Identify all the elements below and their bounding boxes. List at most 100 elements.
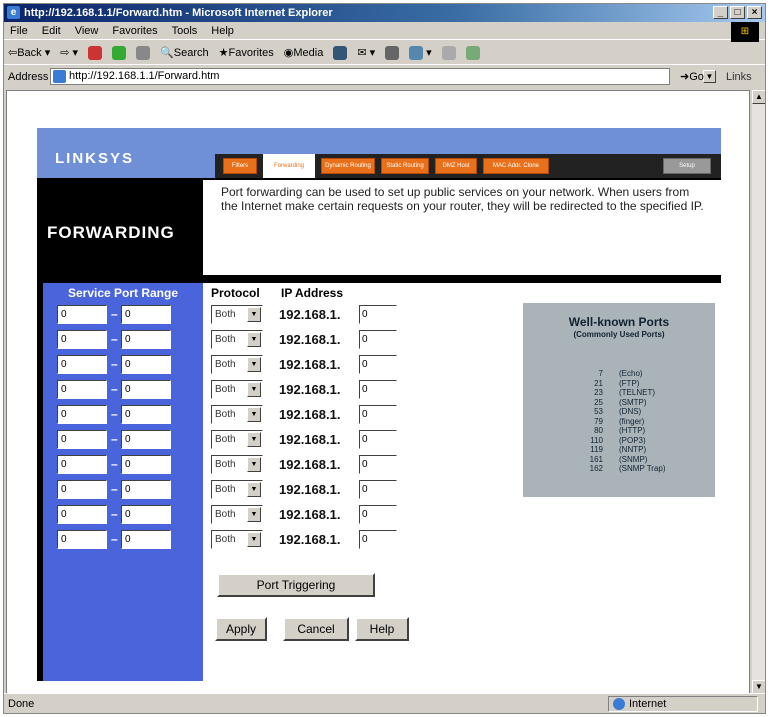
mail-icon[interactable]: ✉ ▾: [357, 41, 375, 64]
ip-last-octet-input[interactable]: 0: [359, 305, 397, 324]
port-end-input[interactable]: 0: [121, 505, 171, 524]
port-end-input[interactable]: 0: [121, 330, 171, 349]
menu-edit[interactable]: Edit: [42, 22, 61, 39]
chevron-down-icon[interactable]: ▼: [247, 307, 261, 322]
refresh-icon[interactable]: [112, 41, 127, 64]
tab-forwarding[interactable]: Forwarding: [263, 154, 315, 178]
chevron-down-icon[interactable]: ▼: [247, 382, 261, 397]
port-start-input[interactable]: 0: [57, 480, 107, 499]
minimize-button[interactable]: _: [713, 6, 728, 19]
browser-window: e http://192.168.1.1/Forward.htm - Micro…: [3, 3, 766, 714]
port-end-input[interactable]: 0: [121, 480, 171, 499]
port-start-input[interactable]: 0: [57, 405, 107, 424]
address-dropdown[interactable]: ▼: [703, 70, 716, 83]
protocol-header: Protocol: [211, 286, 260, 300]
links-button[interactable]: Links: [726, 66, 752, 88]
port-end-input[interactable]: 0: [121, 405, 171, 424]
protocol-select[interactable]: Both ▼: [211, 355, 263, 374]
port-start-input[interactable]: 0: [57, 430, 107, 449]
tab-mac-clone[interactable]: MAC Addr. Clone: [483, 158, 549, 174]
history-icon[interactable]: [333, 41, 348, 64]
protocol-select[interactable]: Both ▼: [211, 505, 263, 524]
address-input[interactable]: http://192.168.1.1/Forward.htm ▼: [50, 68, 716, 85]
ip-last-octet-input[interactable]: 0: [359, 330, 397, 349]
home-icon[interactable]: [136, 41, 151, 64]
chevron-down-icon[interactable]: ▼: [247, 507, 261, 522]
port-start-input[interactable]: 0: [57, 355, 107, 374]
scroll-down-icon[interactable]: ▼: [752, 680, 765, 694]
protocol-select[interactable]: Both ▼: [211, 305, 263, 324]
chevron-down-icon[interactable]: ▼: [247, 407, 261, 422]
vertical-scrollbar[interactable]: ▲ ▼: [752, 90, 765, 694]
stop-icon[interactable]: [88, 41, 103, 64]
port-end-input[interactable]: 0: [121, 455, 171, 474]
scroll-up-icon[interactable]: ▲: [752, 90, 765, 104]
page-icon: [53, 70, 66, 83]
chevron-down-icon[interactable]: ▼: [247, 532, 261, 547]
messenger-icon[interactable]: [465, 41, 480, 64]
port-end-input[interactable]: 0: [121, 380, 171, 399]
protocol-select[interactable]: Both ▼: [211, 405, 263, 424]
port-end-input[interactable]: 0: [121, 305, 171, 324]
chevron-down-icon[interactable]: ▼: [247, 357, 261, 372]
port-number: 23: [594, 388, 603, 397]
protocol-select[interactable]: Both ▼: [211, 330, 263, 349]
ip-prefix: 192.168.1.: [279, 332, 341, 347]
port-end-input[interactable]: 0: [121, 430, 171, 449]
protocol-select[interactable]: Both ▼: [211, 430, 263, 449]
ip-last-octet-input[interactable]: 0: [359, 455, 397, 474]
port-start-input[interactable]: 0: [57, 530, 107, 549]
ip-last-octet-input[interactable]: 0: [359, 380, 397, 399]
cancel-button[interactable]: Cancel: [283, 617, 349, 641]
print-icon[interactable]: [385, 41, 400, 64]
protocol-select[interactable]: Both ▼: [211, 455, 263, 474]
port-end-input[interactable]: 0: [121, 355, 171, 374]
tab-setup[interactable]: Setup: [663, 158, 711, 174]
search-button[interactable]: 🔍Search: [160, 41, 209, 64]
tab-filters[interactable]: Filters: [223, 158, 257, 174]
port-start-input[interactable]: 0: [57, 330, 107, 349]
forward-button[interactable]: ⇨ ▾: [60, 41, 78, 64]
ip-last-octet-input[interactable]: 0: [359, 430, 397, 449]
protocol-value: Both: [215, 434, 236, 445]
edit-icon[interactable]: ▾: [409, 41, 432, 64]
go-button[interactable]: ➜Go: [680, 66, 704, 88]
ip-last-octet-input[interactable]: 0: [359, 355, 397, 374]
discuss-icon[interactable]: [441, 41, 456, 64]
port-start-input[interactable]: 0: [57, 505, 107, 524]
port-triggering-button[interactable]: Port Triggering: [217, 573, 375, 597]
port-start-input[interactable]: 0: [57, 305, 107, 324]
ip-address-header: IP Address: [281, 286, 344, 300]
menu-view[interactable]: View: [75, 22, 99, 39]
tab-dynamic-routing[interactable]: Dynamic Routing: [321, 158, 375, 174]
menu-file[interactable]: File: [10, 22, 28, 39]
chevron-down-icon[interactable]: ▼: [247, 332, 261, 347]
chevron-down-icon[interactable]: ▼: [247, 457, 261, 472]
close-button[interactable]: ×: [747, 6, 762, 19]
menu-tools[interactable]: Tools: [172, 22, 198, 39]
address-label: Address: [8, 71, 49, 83]
help-button[interactable]: Help: [355, 617, 409, 641]
ip-last-octet-input[interactable]: 0: [359, 505, 397, 524]
protocol-select[interactable]: Both ▼: [211, 480, 263, 499]
chevron-down-icon[interactable]: ▼: [247, 432, 261, 447]
favorites-button[interactable]: ★Favorites: [219, 41, 274, 64]
protocol-select[interactable]: Both ▼: [211, 530, 263, 549]
tab-dmz-host[interactable]: DMZ Host: [435, 158, 477, 174]
media-button[interactable]: ◉Media: [284, 41, 324, 64]
ip-last-octet-input[interactable]: 0: [359, 480, 397, 499]
back-button[interactable]: ⇦Back ▾: [8, 41, 50, 64]
menu-help[interactable]: Help: [211, 22, 234, 39]
tab-static-routing[interactable]: Static Routing: [381, 158, 429, 174]
protocol-select[interactable]: Both ▼: [211, 380, 263, 399]
protocol-value: Both: [215, 359, 236, 370]
ip-last-octet-input[interactable]: 0: [359, 405, 397, 424]
port-start-input[interactable]: 0: [57, 380, 107, 399]
maximize-button[interactable]: □: [730, 6, 745, 19]
ip-last-octet-input[interactable]: 0: [359, 530, 397, 549]
menu-favorites[interactable]: Favorites: [112, 22, 157, 39]
apply-button[interactable]: Apply: [215, 617, 267, 641]
port-end-input[interactable]: 0: [121, 530, 171, 549]
chevron-down-icon[interactable]: ▼: [247, 482, 261, 497]
port-start-input[interactable]: 0: [57, 455, 107, 474]
